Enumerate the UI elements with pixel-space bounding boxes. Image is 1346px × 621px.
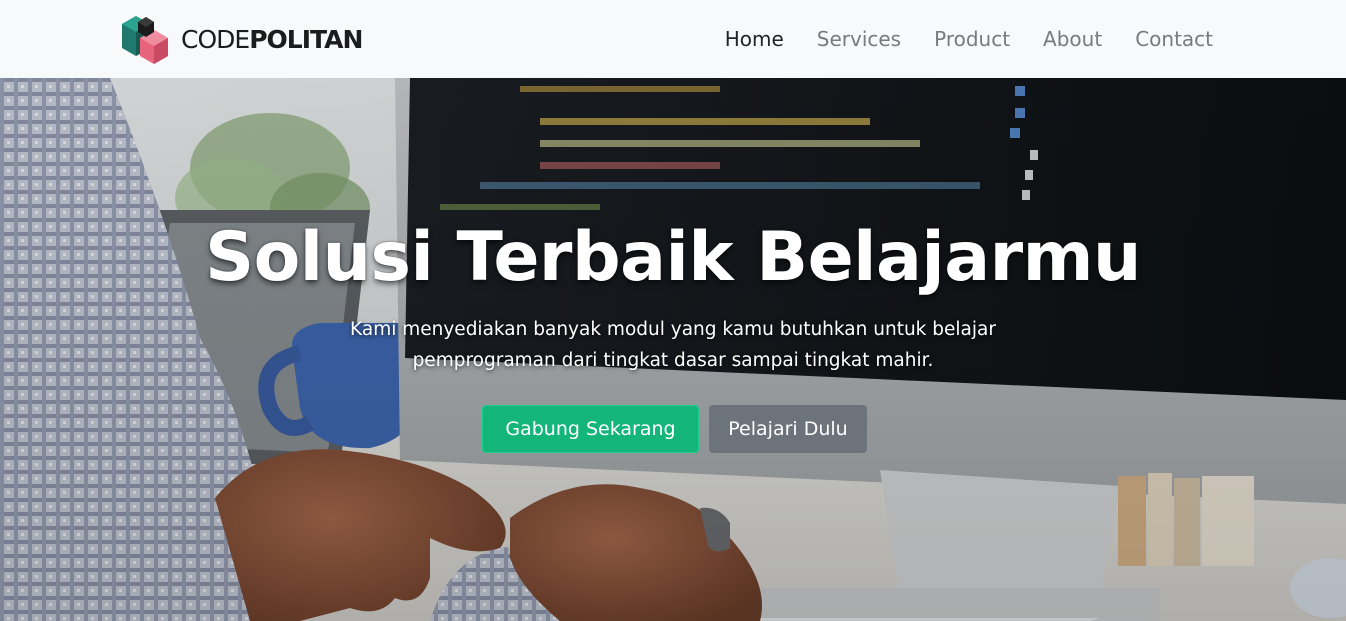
brand-name-bold: POLITAN — [249, 24, 363, 54]
main-nav: Home Services Product About Contact — [692, 24, 1213, 54]
nav-link-about[interactable]: About — [1043, 24, 1102, 54]
nav-item-about: About — [1043, 24, 1102, 54]
brand-name-light: CODE — [181, 24, 250, 54]
nav-item-home: Home — [725, 24, 784, 54]
hero-subtitle: Kami menyediakan banyak modul yang kamu … — [350, 319, 996, 371]
join-now-button[interactable]: Gabung Sekarang — [482, 405, 699, 453]
navbar: CODEPOLITAN Home Services Product About … — [0, 0, 1346, 78]
nav-item-services: Services — [817, 24, 901, 54]
nav-link-home[interactable]: Home — [725, 24, 784, 54]
hero-title: Solusi Terbaik Belajarmu — [205, 218, 1141, 297]
codepolitan-logo-icon — [122, 16, 168, 64]
nav-link-contact[interactable]: Contact — [1135, 24, 1213, 54]
learn-first-button[interactable]: Pelajari Dulu — [709, 405, 867, 453]
nav-item-contact: Contact — [1135, 24, 1213, 54]
brand-logo-link[interactable]: CODEPOLITAN — [120, 12, 363, 66]
nav-item-product: Product — [934, 24, 1010, 54]
nav-link-services[interactable]: Services — [817, 24, 901, 54]
brand-name: CODEPOLITAN — [181, 24, 363, 54]
hero-section: Solusi Terbaik Belajarmu Kami menyediaka… — [0, 78, 1346, 621]
nav-link-product[interactable]: Product — [934, 24, 1010, 54]
